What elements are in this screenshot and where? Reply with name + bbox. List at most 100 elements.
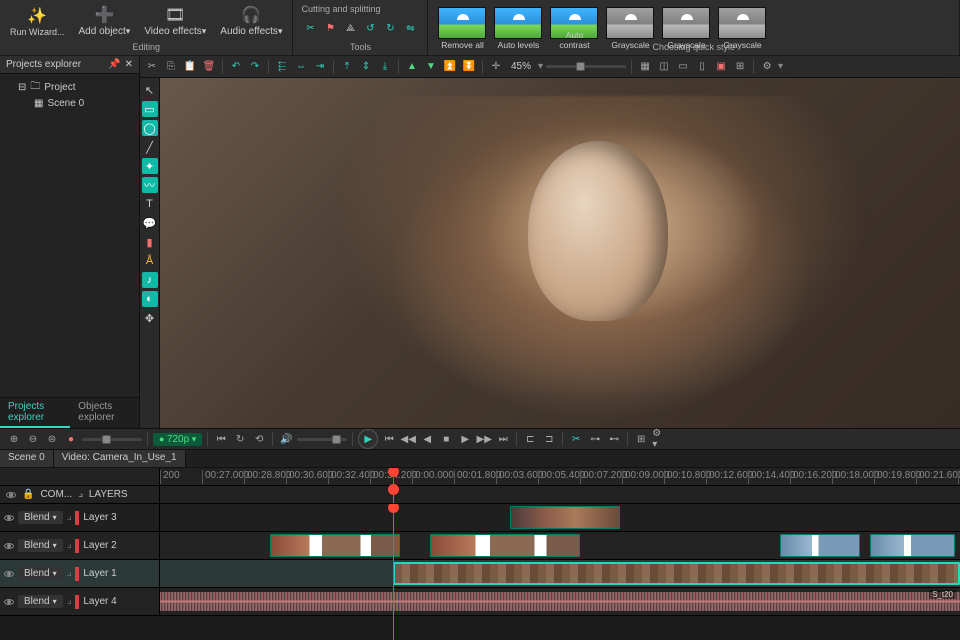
align-top-icon[interactable]: ⤒: [339, 59, 355, 75]
loop-icon[interactable]: ↻: [232, 431, 248, 447]
align-left-icon[interactable]: ⬱: [274, 59, 290, 75]
freeform-tool-icon[interactable]: 〰: [142, 177, 158, 193]
volume-icon[interactable]: 🔊: [278, 431, 294, 447]
track-color-icon[interactable]: [75, 539, 79, 553]
audio-tool-icon[interactable]: ♪: [142, 272, 158, 288]
track-wave-icon[interactable]: ⟓: [67, 540, 72, 551]
text-tool-icon[interactable]: T: [142, 196, 158, 212]
quick-style-auto-levels[interactable]: Auto levels: [494, 7, 542, 39]
align-bottom-icon[interactable]: ⤓: [377, 59, 393, 75]
timeline-zoom-slider[interactable]: [82, 438, 142, 441]
stop-icon[interactable]: ■: [438, 431, 454, 447]
run-wizard-button[interactable]: ✨ Run Wizard...: [4, 4, 71, 39]
settings-icon[interactable]: ⚙: [759, 59, 775, 75]
timeline-clip[interactable]: [393, 562, 960, 585]
fit-icon[interactable]: ⊜: [44, 431, 60, 447]
link-icon[interactable]: ⊶: [587, 431, 603, 447]
track-visibility-icon[interactable]: [4, 599, 14, 605]
sync-icon[interactable]: ⟲: [251, 431, 267, 447]
video-effects-button[interactable]: 🎞 Video effects▾: [138, 3, 212, 39]
flip-icon[interactable]: ⇋: [401, 19, 419, 37]
track-color-icon[interactable]: [75, 511, 79, 525]
zoom-slider[interactable]: [546, 65, 626, 68]
go-start-icon[interactable]: ⏮: [381, 431, 397, 447]
tab-video-clip[interactable]: Video: Camera_In_Use_1: [54, 450, 186, 467]
blend-mode-button[interactable]: Blend▾: [18, 595, 63, 608]
close-panel-icon[interactable]: ✕: [125, 59, 133, 70]
add-icon[interactable]: ⊕: [6, 431, 22, 447]
crosshair-icon[interactable]: ✛: [488, 59, 504, 75]
quick-style-auto-contrast[interactable]: Auto contrast: [550, 7, 598, 39]
rect-tool-icon[interactable]: ▭: [142, 101, 158, 117]
bring-front-icon[interactable]: ⏫: [442, 59, 458, 75]
prev-frame-icon[interactable]: ⏮: [213, 431, 229, 447]
snap-toggle-icon[interactable]: ⊞: [633, 431, 649, 447]
track-visibility-icon[interactable]: [4, 515, 14, 521]
counter-tool-icon[interactable]: Å: [142, 253, 158, 269]
marker-in-icon[interactable]: ⊏: [522, 431, 538, 447]
send-backward-icon[interactable]: ▼: [423, 59, 439, 75]
split-icon[interactable]: ✂: [568, 431, 584, 447]
blend-mode-button[interactable]: Blend▾: [18, 567, 63, 580]
options-icon[interactable]: ⚙ ▾: [652, 431, 668, 447]
cut-tool-icon[interactable]: ✂: [301, 19, 319, 37]
unlink-icon[interactable]: ⊷: [606, 431, 622, 447]
timeline-clip[interactable]: [870, 534, 955, 557]
track-color-icon[interactable]: [75, 567, 79, 581]
track-visibility-icon[interactable]: [4, 571, 14, 577]
send-back-icon[interactable]: ⏬: [461, 59, 477, 75]
track-visibility-icon[interactable]: [4, 543, 14, 549]
playhead[interactable]: [393, 486, 394, 503]
quick-style-remove-all[interactable]: Remove all: [438, 7, 486, 39]
timeline-clip[interactable]: [510, 506, 620, 529]
align-center-h-icon[interactable]: ⇔: [293, 59, 309, 75]
move-tool-icon[interactable]: ✥: [142, 310, 158, 326]
track-lane[interactable]: [160, 504, 960, 531]
record-icon[interactable]: ●: [63, 431, 79, 447]
delete-icon[interactable]: 🗑: [201, 59, 217, 75]
layout-3-icon[interactable]: ▯: [694, 59, 710, 75]
add-object-button[interactable]: ➕ Add object▾: [73, 3, 137, 39]
ellipse-tool-icon[interactable]: ◯: [142, 120, 158, 136]
track-lane[interactable]: S_t20: [160, 588, 960, 615]
quick-style-grayscale-1[interactable]: Grayscale: [606, 7, 654, 39]
track-row[interactable]: Blend▾ ⟓ Layer 1: [0, 560, 960, 588]
shape-tool-icon[interactable]: ✦: [142, 158, 158, 174]
play-icon[interactable]: ▶: [457, 431, 473, 447]
frame-back-icon[interactable]: ◀: [419, 431, 435, 447]
redo-icon[interactable]: ↷: [247, 59, 263, 75]
crop-tool-icon[interactable]: ⟁: [341, 19, 359, 37]
timeline-clip[interactable]: [430, 534, 580, 557]
lock-header-icon[interactable]: 🔒: [22, 489, 34, 500]
tree-project-root[interactable]: ⊟ 🗀 Project: [6, 78, 133, 97]
remove-icon[interactable]: ⊖: [25, 431, 41, 447]
go-end-icon[interactable]: ⏭: [495, 431, 511, 447]
layout-1-icon[interactable]: ◫: [656, 59, 672, 75]
copy-icon[interactable]: ⎘: [163, 59, 179, 75]
marker-out-icon[interactable]: ⊐: [541, 431, 557, 447]
tab-objects-explorer[interactable]: Objects explorer: [70, 398, 139, 428]
bounds-icon[interactable]: ▣: [713, 59, 729, 75]
step-back-icon[interactable]: ◀◀: [400, 431, 416, 447]
tree-scene-item[interactable]: ▦ Scene 0: [6, 97, 133, 110]
align-right-icon[interactable]: ⇥: [312, 59, 328, 75]
layout-2-icon[interactable]: ▭: [675, 59, 691, 75]
track-row[interactable]: Blend▾ ⟓ Layer 4S_t20: [0, 588, 960, 616]
track-lane[interactable]: [160, 560, 960, 587]
timeline-clip[interactable]: [780, 534, 860, 557]
pointer-tool-icon[interactable]: ↖: [142, 82, 158, 98]
tab-scene[interactable]: Scene 0: [0, 450, 54, 467]
blend-mode-button[interactable]: Blend▾: [18, 511, 63, 524]
track-row[interactable]: Blend▾ ⟓ Layer 2: [0, 532, 960, 560]
cut-icon[interactable]: ✂: [144, 59, 160, 75]
volume-slider[interactable]: [297, 438, 347, 441]
track-wave-icon[interactable]: ⟓: [67, 596, 72, 607]
audio-effects-button[interactable]: 🎧 Audio effects▾: [214, 3, 288, 39]
quick-style-grayscale-2[interactable]: Grayscale: [662, 7, 710, 39]
track-wave-icon[interactable]: ⟓: [67, 512, 72, 523]
frame-fwd-icon[interactable]: ▶▶: [476, 431, 492, 447]
track-wave-icon[interactable]: ⟓: [67, 568, 72, 579]
tab-projects-explorer[interactable]: Projects explorer: [0, 398, 70, 428]
track-color-icon[interactable]: [75, 595, 79, 609]
line-tool-icon[interactable]: ╱: [142, 139, 158, 155]
